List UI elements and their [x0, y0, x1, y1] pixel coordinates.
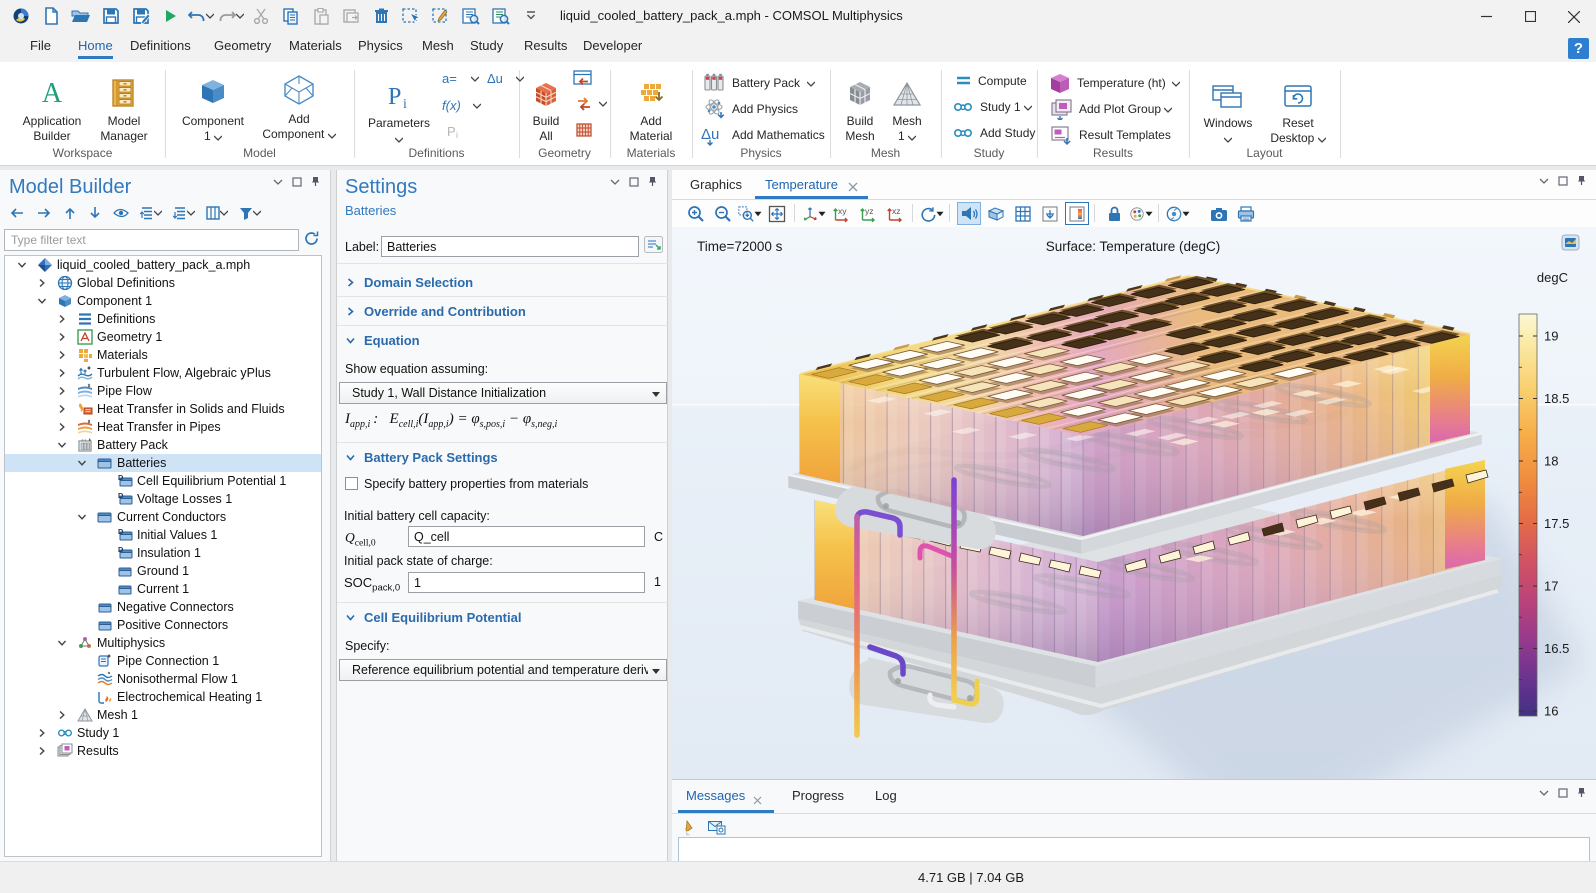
svg-text:D: D: [118, 491, 124, 500]
svg-text:yz: yz: [865, 206, 874, 216]
svg-text:degC: degC: [1537, 270, 1568, 285]
svg-text:17: 17: [1544, 579, 1558, 594]
svg-text:17.5: 17.5: [1544, 516, 1569, 531]
svg-text:a=: a=: [442, 72, 457, 86]
svg-text:D: D: [118, 545, 124, 554]
svg-text:i: i: [456, 130, 458, 139]
svg-text:xz: xz: [892, 206, 901, 216]
svg-text:19: 19: [1544, 329, 1558, 344]
svg-text:D: D: [118, 473, 124, 482]
svg-text:Time=72000 s: Time=72000 s: [697, 239, 783, 254]
svg-text:xy: xy: [838, 206, 847, 216]
svg-text:f(x): f(x): [442, 99, 461, 113]
svg-text:16: 16: [1544, 704, 1558, 719]
svg-text:A: A: [42, 78, 63, 108]
svg-text:P: P: [447, 125, 456, 139]
svg-text:P: P: [388, 84, 401, 110]
svg-text:D: D: [118, 527, 124, 536]
svg-text:16.5: 16.5: [1544, 641, 1569, 656]
svg-text:18.5: 18.5: [1544, 391, 1569, 406]
svg-text:Surface: Temperature (degC): Surface: Temperature (degC): [1046, 239, 1221, 254]
svg-text:i: i: [403, 97, 407, 110]
svg-text:18: 18: [1544, 454, 1558, 469]
